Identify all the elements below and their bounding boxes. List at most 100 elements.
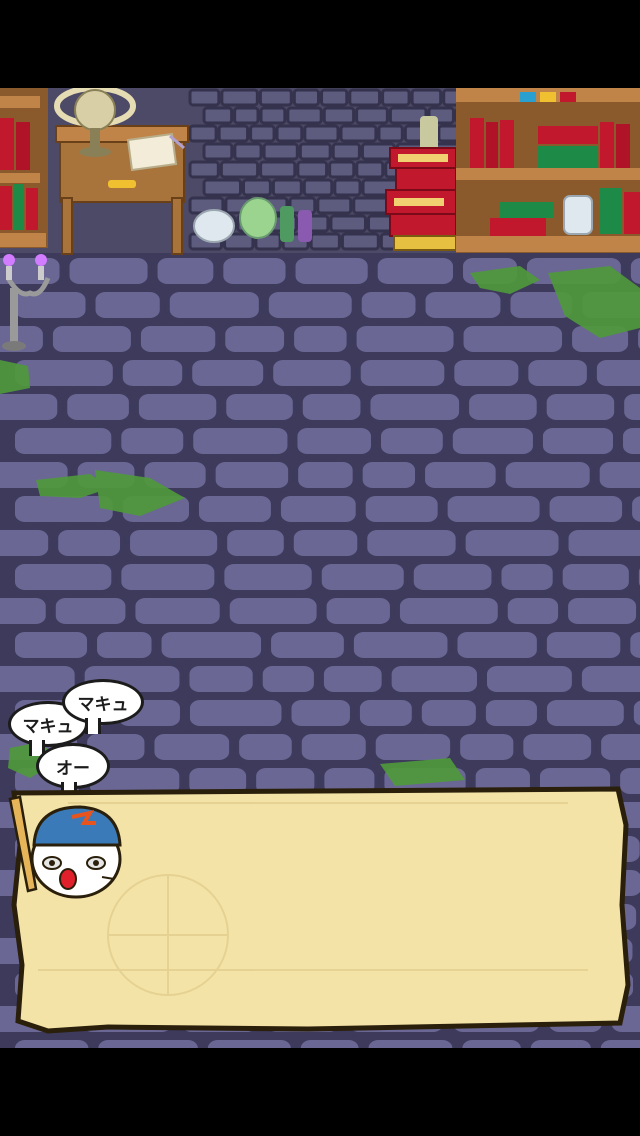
floor-stone [54, 526, 125, 560]
floor-stone [465, 390, 541, 424]
speech-bubble-makyu: マキュ [62, 679, 144, 734]
floor-stone [542, 696, 628, 730]
wall-brick [410, 88, 443, 107]
floor-stone [626, 628, 640, 662]
floor-stone [189, 424, 292, 458]
wall-brick [339, 124, 378, 143]
floor-stone [450, 356, 523, 390]
floor-stone [63, 390, 133, 424]
floor-stone [91, 288, 164, 322]
wall-brick [329, 214, 367, 233]
floor-stone [421, 458, 500, 492]
floor-stone [117, 560, 219, 594]
floor-stone [376, 424, 447, 458]
wall-brick [188, 88, 221, 107]
floor-stone [501, 458, 594, 492]
floor-stone [11, 560, 116, 594]
wall-brick [271, 178, 303, 197]
floor-stone [421, 288, 505, 322]
wall-brick [275, 124, 304, 143]
floor-stone [0, 662, 79, 696]
floor-stone [289, 526, 362, 560]
floor-stone [355, 696, 416, 730]
floor-stone [461, 526, 563, 560]
floor-stone [185, 696, 286, 730]
wall-brick [352, 196, 392, 215]
character-avatar[interactable] [6, 793, 126, 903]
wall-brick [249, 124, 276, 143]
floor-stone [203, 1036, 295, 1048]
floor-stone [409, 560, 496, 594]
floor-stone [0, 526, 53, 560]
floor-stone [290, 322, 351, 356]
floor-stone [497, 560, 557, 594]
wall-brick [202, 178, 243, 197]
wall-brick [202, 106, 234, 125]
floor-stone [188, 356, 268, 390]
floor-stone [219, 254, 290, 288]
wall-brick [309, 232, 341, 251]
floor-stone [542, 628, 625, 662]
bat-icon [8, 795, 38, 893]
wall-brick [296, 160, 329, 179]
floor-stone [356, 356, 449, 390]
wall-brick [219, 160, 260, 179]
floor-stone [629, 696, 640, 730]
wall-brick [220, 88, 259, 107]
floor-stone [222, 390, 297, 424]
floor-stone [503, 594, 563, 628]
floor-stone [269, 356, 355, 390]
floor-stone [291, 254, 372, 288]
floor-stone [448, 424, 537, 458]
floor-stone [317, 560, 408, 594]
speech-bubble-text: オー [56, 758, 90, 779]
floor-stone [443, 492, 544, 526]
game-scene[interactable]: マキュ マキュ オー [0, 88, 640, 1048]
right-bookshelf [456, 88, 640, 253]
floor-stone [11, 628, 92, 662]
wall-brick [292, 88, 321, 107]
wall-brick [302, 178, 334, 197]
wall-brick [320, 88, 349, 107]
left-bookshelf [0, 88, 48, 248]
helmet-icon [32, 805, 122, 847]
wall-brick [381, 88, 411, 107]
floor-stone [220, 560, 316, 594]
book-stack [385, 147, 457, 251]
speech-bubble-text: マキュ [77, 694, 129, 715]
floor-stone [542, 390, 619, 424]
floor-stone [545, 492, 627, 526]
floor-stone [0, 390, 62, 424]
floor-stone [524, 356, 591, 390]
floor-stone [458, 1036, 525, 1048]
floor-stone [223, 526, 288, 560]
floor-stone [482, 662, 576, 696]
speech-bubble-oh: オー [36, 743, 110, 798]
floor-stone [619, 424, 640, 458]
floor-stone [357, 288, 420, 322]
floor-stone [373, 254, 458, 288]
wall-brick [188, 124, 218, 143]
wall-brick [355, 106, 389, 125]
floor-stone [628, 492, 640, 526]
floor-stone [349, 628, 452, 662]
floor-stone [134, 390, 221, 424]
floor-stone [118, 356, 187, 390]
speech-bubble-text: マキュ [22, 716, 74, 737]
floor-stone [456, 730, 518, 764]
floor-stone [165, 288, 263, 322]
wall-brick [242, 178, 272, 197]
floor-stone [93, 628, 156, 662]
wall-brick [262, 142, 299, 161]
floor-stone [519, 730, 596, 764]
floor-stone [592, 356, 640, 390]
floor-stone [538, 424, 618, 458]
wall-brick [316, 196, 353, 215]
wall-brick [377, 124, 404, 143]
floor-stone [481, 696, 541, 730]
floor-stone [577, 662, 640, 696]
floor-stone [297, 730, 370, 764]
floor-stone [296, 1036, 363, 1048]
floor-stone [221, 322, 289, 356]
wall-brick [298, 142, 332, 161]
